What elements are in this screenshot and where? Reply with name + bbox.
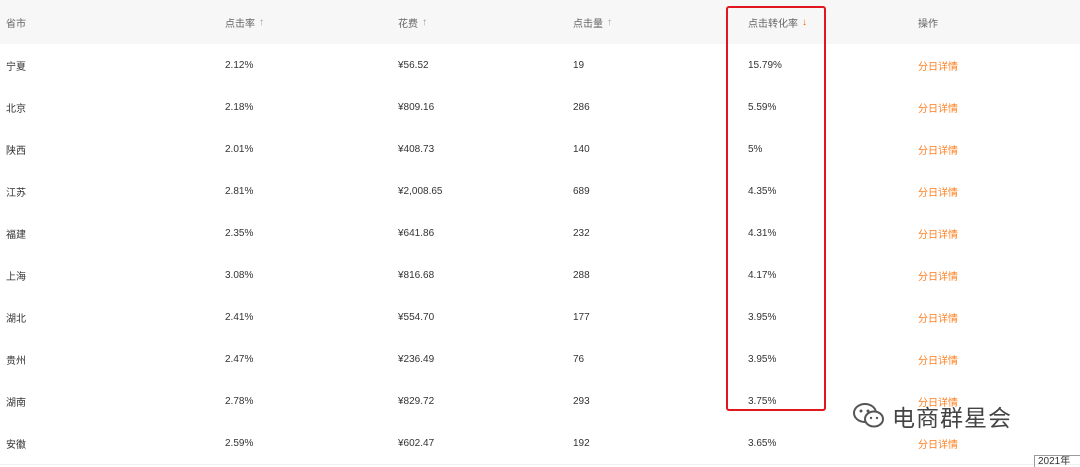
- cell-cost: ¥602.47: [398, 437, 435, 449]
- cell-ctr: 2.01%: [225, 143, 254, 155]
- table-row: 北京 2.18% ¥809.16 286 5.59% 分日详情: [0, 86, 1080, 129]
- header-action: 操作: [918, 0, 938, 44]
- daily-detail-link[interactable]: 分日详情: [918, 86, 958, 128]
- header-ctr-label: 点击率: [225, 18, 255, 30]
- daily-detail-link[interactable]: 分日详情: [918, 296, 958, 338]
- cell-cost: ¥2,008.65: [398, 185, 443, 197]
- table-row: 宁夏 2.12% ¥56.52 19 15.79% 分日详情: [0, 44, 1080, 87]
- cell-clicks: 286: [573, 101, 590, 113]
- daily-detail-link[interactable]: 分日详情: [918, 170, 958, 212]
- cell-province: 福建: [6, 229, 26, 241]
- cell-clicks: 192: [573, 437, 590, 449]
- cell-cost: ¥816.68: [398, 269, 435, 281]
- header-action-label: 操作: [918, 18, 938, 30]
- cell-province: 上海: [6, 271, 26, 283]
- header-cvr[interactable]: 点击转化率 ↓: [748, 0, 807, 44]
- header-province-label: 省市: [6, 18, 26, 30]
- cell-cost: ¥829.72: [398, 395, 435, 407]
- cell-cost: ¥809.16: [398, 101, 435, 113]
- daily-detail-link[interactable]: 分日详情: [918, 254, 958, 296]
- cell-cvr: 15.79%: [748, 59, 782, 71]
- cell-clicks: 232: [573, 227, 590, 239]
- watermark-text: 电商群星会: [892, 405, 1012, 431]
- cell-province: 北京: [6, 103, 26, 115]
- cell-ctr: 2.59%: [225, 437, 254, 449]
- cell-clicks: 689: [573, 185, 590, 197]
- cell-province: 湖北: [6, 313, 26, 325]
- cell-cvr: 4.31%: [748, 227, 777, 239]
- sort-up-icon[interactable]: ↑: [607, 17, 612, 28]
- header-cost-label: 花费: [398, 18, 418, 30]
- table-row: 陕西 2.01% ¥408.73 140 5% 分日详情: [0, 128, 1080, 171]
- date-tag: 2021年: [1034, 455, 1080, 467]
- cell-cost: ¥56.52: [398, 59, 429, 71]
- cell-ctr: 2.41%: [225, 311, 254, 323]
- cell-clicks: 140: [573, 143, 590, 155]
- cell-cost: ¥408.73: [398, 143, 435, 155]
- table-row: 福建 2.35% ¥641.86 232 4.31% 分日详情: [0, 212, 1080, 255]
- sort-up-icon[interactable]: ↑: [259, 17, 264, 28]
- table-row: 贵州 2.47% ¥236.49 76 3.95% 分日详情: [0, 338, 1080, 381]
- cell-province: 湖南: [6, 397, 26, 409]
- wechat-watermark: 电商群星会: [852, 396, 1012, 436]
- cell-clicks: 177: [573, 311, 590, 323]
- cell-cvr: 5%: [748, 143, 763, 155]
- table-header: 省市 点击率 ↑ 花费 ↑ 点击量 ↑ 点击转化率 ↓ 操作: [0, 0, 1080, 45]
- header-ctr[interactable]: 点击率 ↑: [225, 0, 264, 44]
- daily-detail-link[interactable]: 分日详情: [918, 338, 958, 380]
- cell-cvr: 3.95%: [748, 353, 777, 365]
- table-row: 江苏 2.81% ¥2,008.65 689 4.35% 分日详情: [0, 170, 1080, 213]
- cell-cvr: 3.65%: [748, 437, 777, 449]
- cell-province: 宁夏: [6, 61, 26, 73]
- wechat-icon: [853, 403, 884, 428]
- cell-ctr: 2.35%: [225, 227, 254, 239]
- cell-ctr: 2.18%: [225, 101, 254, 113]
- cell-ctr: 3.08%: [225, 269, 254, 281]
- table-row: 上海 3.08% ¥816.68 288 4.17% 分日详情: [0, 254, 1080, 297]
- cell-ctr: 2.12%: [225, 59, 254, 71]
- header-clicks[interactable]: 点击量 ↑: [573, 0, 612, 44]
- cell-cost: ¥554.70: [398, 311, 435, 323]
- daily-detail-link[interactable]: 分日详情: [918, 44, 958, 86]
- cell-ctr: 2.81%: [225, 185, 254, 197]
- cell-clicks: 76: [573, 353, 585, 365]
- cell-clicks: 19: [573, 59, 585, 71]
- header-province: 省市: [6, 0, 26, 44]
- daily-detail-link[interactable]: 分日详情: [918, 128, 958, 170]
- cell-province: 陕西: [6, 145, 26, 157]
- header-cost[interactable]: 花费 ↑: [398, 0, 427, 44]
- cell-ctr: 2.78%: [225, 395, 254, 407]
- cell-clicks: 293: [573, 395, 590, 407]
- cell-cvr: 4.35%: [748, 185, 777, 197]
- cell-province: 江苏: [6, 187, 26, 199]
- cell-province: 安徽: [6, 439, 26, 451]
- cell-ctr: 2.47%: [225, 353, 254, 365]
- table-row: 湖北 2.41% ¥554.70 177 3.95% 分日详情: [0, 296, 1080, 339]
- cell-cvr: 3.95%: [748, 311, 777, 323]
- sort-down-icon[interactable]: ↓: [802, 17, 807, 28]
- cell-cvr: 5.59%: [748, 101, 777, 113]
- header-clicks-label: 点击量: [573, 18, 603, 30]
- daily-detail-link[interactable]: 分日详情: [918, 212, 958, 254]
- header-cvr-label: 点击转化率: [748, 18, 798, 30]
- cell-cost: ¥641.86: [398, 227, 435, 239]
- sort-up-icon[interactable]: ↑: [422, 17, 427, 28]
- cell-clicks: 288: [573, 269, 590, 281]
- cell-cvr: 4.17%: [748, 269, 777, 281]
- cell-cvr: 3.75%: [748, 395, 777, 407]
- cell-province: 贵州: [6, 355, 26, 367]
- cell-cost: ¥236.49: [398, 353, 435, 365]
